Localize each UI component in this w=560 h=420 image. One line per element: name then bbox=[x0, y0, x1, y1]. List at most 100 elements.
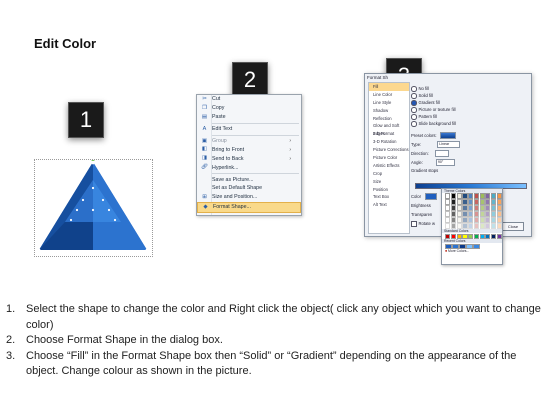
color-swatch[interactable] bbox=[462, 205, 468, 211]
sidebar-item[interactable]: Line Color bbox=[369, 91, 409, 99]
color-swatch[interactable] bbox=[456, 233, 462, 239]
color-swatch[interactable] bbox=[496, 217, 502, 223]
color-swatch[interactable] bbox=[479, 205, 485, 211]
color-swatch[interactable] bbox=[496, 193, 502, 199]
direction-dropdown[interactable] bbox=[434, 150, 449, 157]
color-swatch[interactable] bbox=[452, 243, 459, 250]
color-swatch[interactable] bbox=[473, 205, 479, 211]
sidebar-item[interactable]: Size bbox=[369, 178, 409, 186]
fill-option-no-fill[interactable]: No fill bbox=[411, 86, 429, 92]
menu-item-hyperlink[interactable]: 🔗︎ Hyperlink... bbox=[197, 163, 301, 172]
color-swatch[interactable] bbox=[479, 199, 485, 205]
sidebar-item[interactable]: Shadow bbox=[369, 107, 409, 115]
color-swatch[interactable] bbox=[473, 223, 479, 229]
color-swatch[interactable] bbox=[485, 199, 491, 205]
color-swatch[interactable] bbox=[445, 217, 451, 223]
color-swatch[interactable] bbox=[485, 193, 491, 199]
menu-item-format-shape[interactable]: ◆ Format Shape... bbox=[197, 201, 301, 213]
fill-option-pattern[interactable]: Pattern fill bbox=[411, 114, 437, 120]
color-swatch[interactable] bbox=[451, 199, 457, 205]
color-swatch[interactable] bbox=[468, 217, 474, 223]
color-swatch[interactable] bbox=[496, 211, 502, 217]
fill-option-solid[interactable]: Solid fill bbox=[411, 93, 433, 99]
color-swatch[interactable] bbox=[445, 233, 451, 239]
menu-item-send-to-back[interactable]: ◨ Send to Back › bbox=[197, 154, 301, 163]
color-swatch[interactable] bbox=[445, 205, 451, 211]
color-swatch[interactable] bbox=[490, 223, 497, 229]
color-swatch[interactable] bbox=[496, 199, 502, 205]
menu-item-save-as-picture[interactable]: Save as Picture... bbox=[197, 175, 301, 184]
color-swatch[interactable] bbox=[473, 233, 479, 239]
angle-input[interactable]: 90° bbox=[435, 159, 455, 166]
color-swatch[interactable] bbox=[485, 211, 491, 217]
sidebar-item[interactable]: Artistic Effects bbox=[369, 162, 409, 170]
color-swatch[interactable] bbox=[473, 211, 479, 217]
color-swatch[interactable] bbox=[468, 193, 474, 199]
color-swatch[interactable] bbox=[459, 243, 466, 250]
color-swatch[interactable] bbox=[479, 193, 485, 199]
color-swatch[interactable] bbox=[445, 223, 451, 229]
sidebar-item[interactable]: Position bbox=[369, 186, 409, 194]
color-swatch[interactable] bbox=[485, 217, 491, 223]
color-swatch[interactable] bbox=[485, 205, 491, 211]
color-swatch[interactable] bbox=[456, 199, 462, 205]
color-swatch[interactable] bbox=[479, 223, 485, 229]
menu-item-copy[interactable]: ❐ Copy bbox=[197, 104, 301, 113]
menu-item-group[interactable]: ▣ Group › bbox=[197, 137, 301, 146]
sidebar-item[interactable]: Fill bbox=[369, 83, 409, 91]
color-swatch[interactable] bbox=[462, 211, 468, 217]
preset-colors-dropdown[interactable] bbox=[439, 132, 456, 139]
color-swatch[interactable] bbox=[490, 233, 497, 239]
color-swatch[interactable] bbox=[490, 211, 497, 217]
sidebar-item[interactable]: Picture Corrections bbox=[369, 146, 409, 154]
menu-item-bring-to-front[interactable]: ◧ Bring to Front › bbox=[197, 145, 301, 154]
sidebar-item[interactable]: Line Style bbox=[369, 99, 409, 107]
selected-triangle-shape[interactable] bbox=[34, 157, 153, 257]
color-swatch[interactable] bbox=[485, 233, 491, 239]
color-swatch[interactable] bbox=[456, 217, 462, 223]
color-swatch[interactable] bbox=[490, 199, 497, 205]
color-swatch[interactable] bbox=[479, 233, 485, 239]
color-swatch[interactable] bbox=[462, 217, 468, 223]
color-swatch[interactable] bbox=[468, 211, 474, 217]
color-swatch[interactable] bbox=[473, 193, 479, 199]
menu-item-cut[interactable]: ✂ Cut bbox=[197, 95, 301, 104]
fill-option-slide-background[interactable]: Slide background fill bbox=[411, 121, 456, 127]
color-swatch[interactable] bbox=[485, 223, 491, 229]
close-button[interactable]: Close bbox=[502, 222, 524, 231]
color-swatch[interactable] bbox=[451, 223, 457, 229]
color-swatch[interactable] bbox=[468, 199, 474, 205]
sidebar-item[interactable]: 3-D Format bbox=[369, 130, 409, 138]
color-swatch[interactable] bbox=[496, 233, 502, 239]
color-swatch[interactable] bbox=[456, 223, 462, 229]
menu-item-paste[interactable]: ▤ Paste bbox=[197, 113, 301, 122]
menu-item-edit-text[interactable]: A Edit Text bbox=[197, 125, 301, 134]
sidebar-item[interactable]: Text Box bbox=[369, 193, 409, 201]
color-swatch[interactable] bbox=[445, 211, 451, 217]
color-swatch[interactable] bbox=[490, 217, 497, 223]
color-swatch[interactable] bbox=[451, 205, 457, 211]
menu-item-size-position[interactable]: ⊞ Size and Position... bbox=[197, 193, 301, 202]
sidebar-item[interactable]: Alt Text bbox=[369, 201, 409, 209]
sidebar-item[interactable]: Crop bbox=[369, 170, 409, 178]
color-swatch[interactable] bbox=[451, 193, 457, 199]
color-swatch[interactable] bbox=[445, 199, 451, 205]
color-picker-button[interactable] bbox=[425, 193, 438, 200]
color-swatch[interactable] bbox=[473, 217, 479, 223]
sidebar-item[interactable]: Glow and Soft Edges bbox=[369, 122, 409, 136]
more-colors-link[interactable]: ■ More Colors... bbox=[442, 249, 502, 254]
color-swatch[interactable] bbox=[473, 199, 479, 205]
color-swatch[interactable] bbox=[451, 217, 457, 223]
color-swatch[interactable] bbox=[462, 233, 468, 239]
color-swatch[interactable] bbox=[445, 193, 451, 199]
color-swatch[interactable] bbox=[468, 223, 474, 229]
color-swatch[interactable] bbox=[462, 193, 468, 199]
color-swatch[interactable] bbox=[451, 211, 457, 217]
color-swatch[interactable] bbox=[462, 199, 468, 205]
color-swatch[interactable] bbox=[456, 193, 462, 199]
color-swatch[interactable] bbox=[479, 217, 485, 223]
color-swatch[interactable] bbox=[451, 233, 457, 239]
sidebar-item[interactable]: Reflection bbox=[369, 115, 409, 123]
menu-item-set-default-shape[interactable]: Set as Default Shape bbox=[197, 184, 301, 193]
color-swatch[interactable] bbox=[468, 205, 474, 211]
